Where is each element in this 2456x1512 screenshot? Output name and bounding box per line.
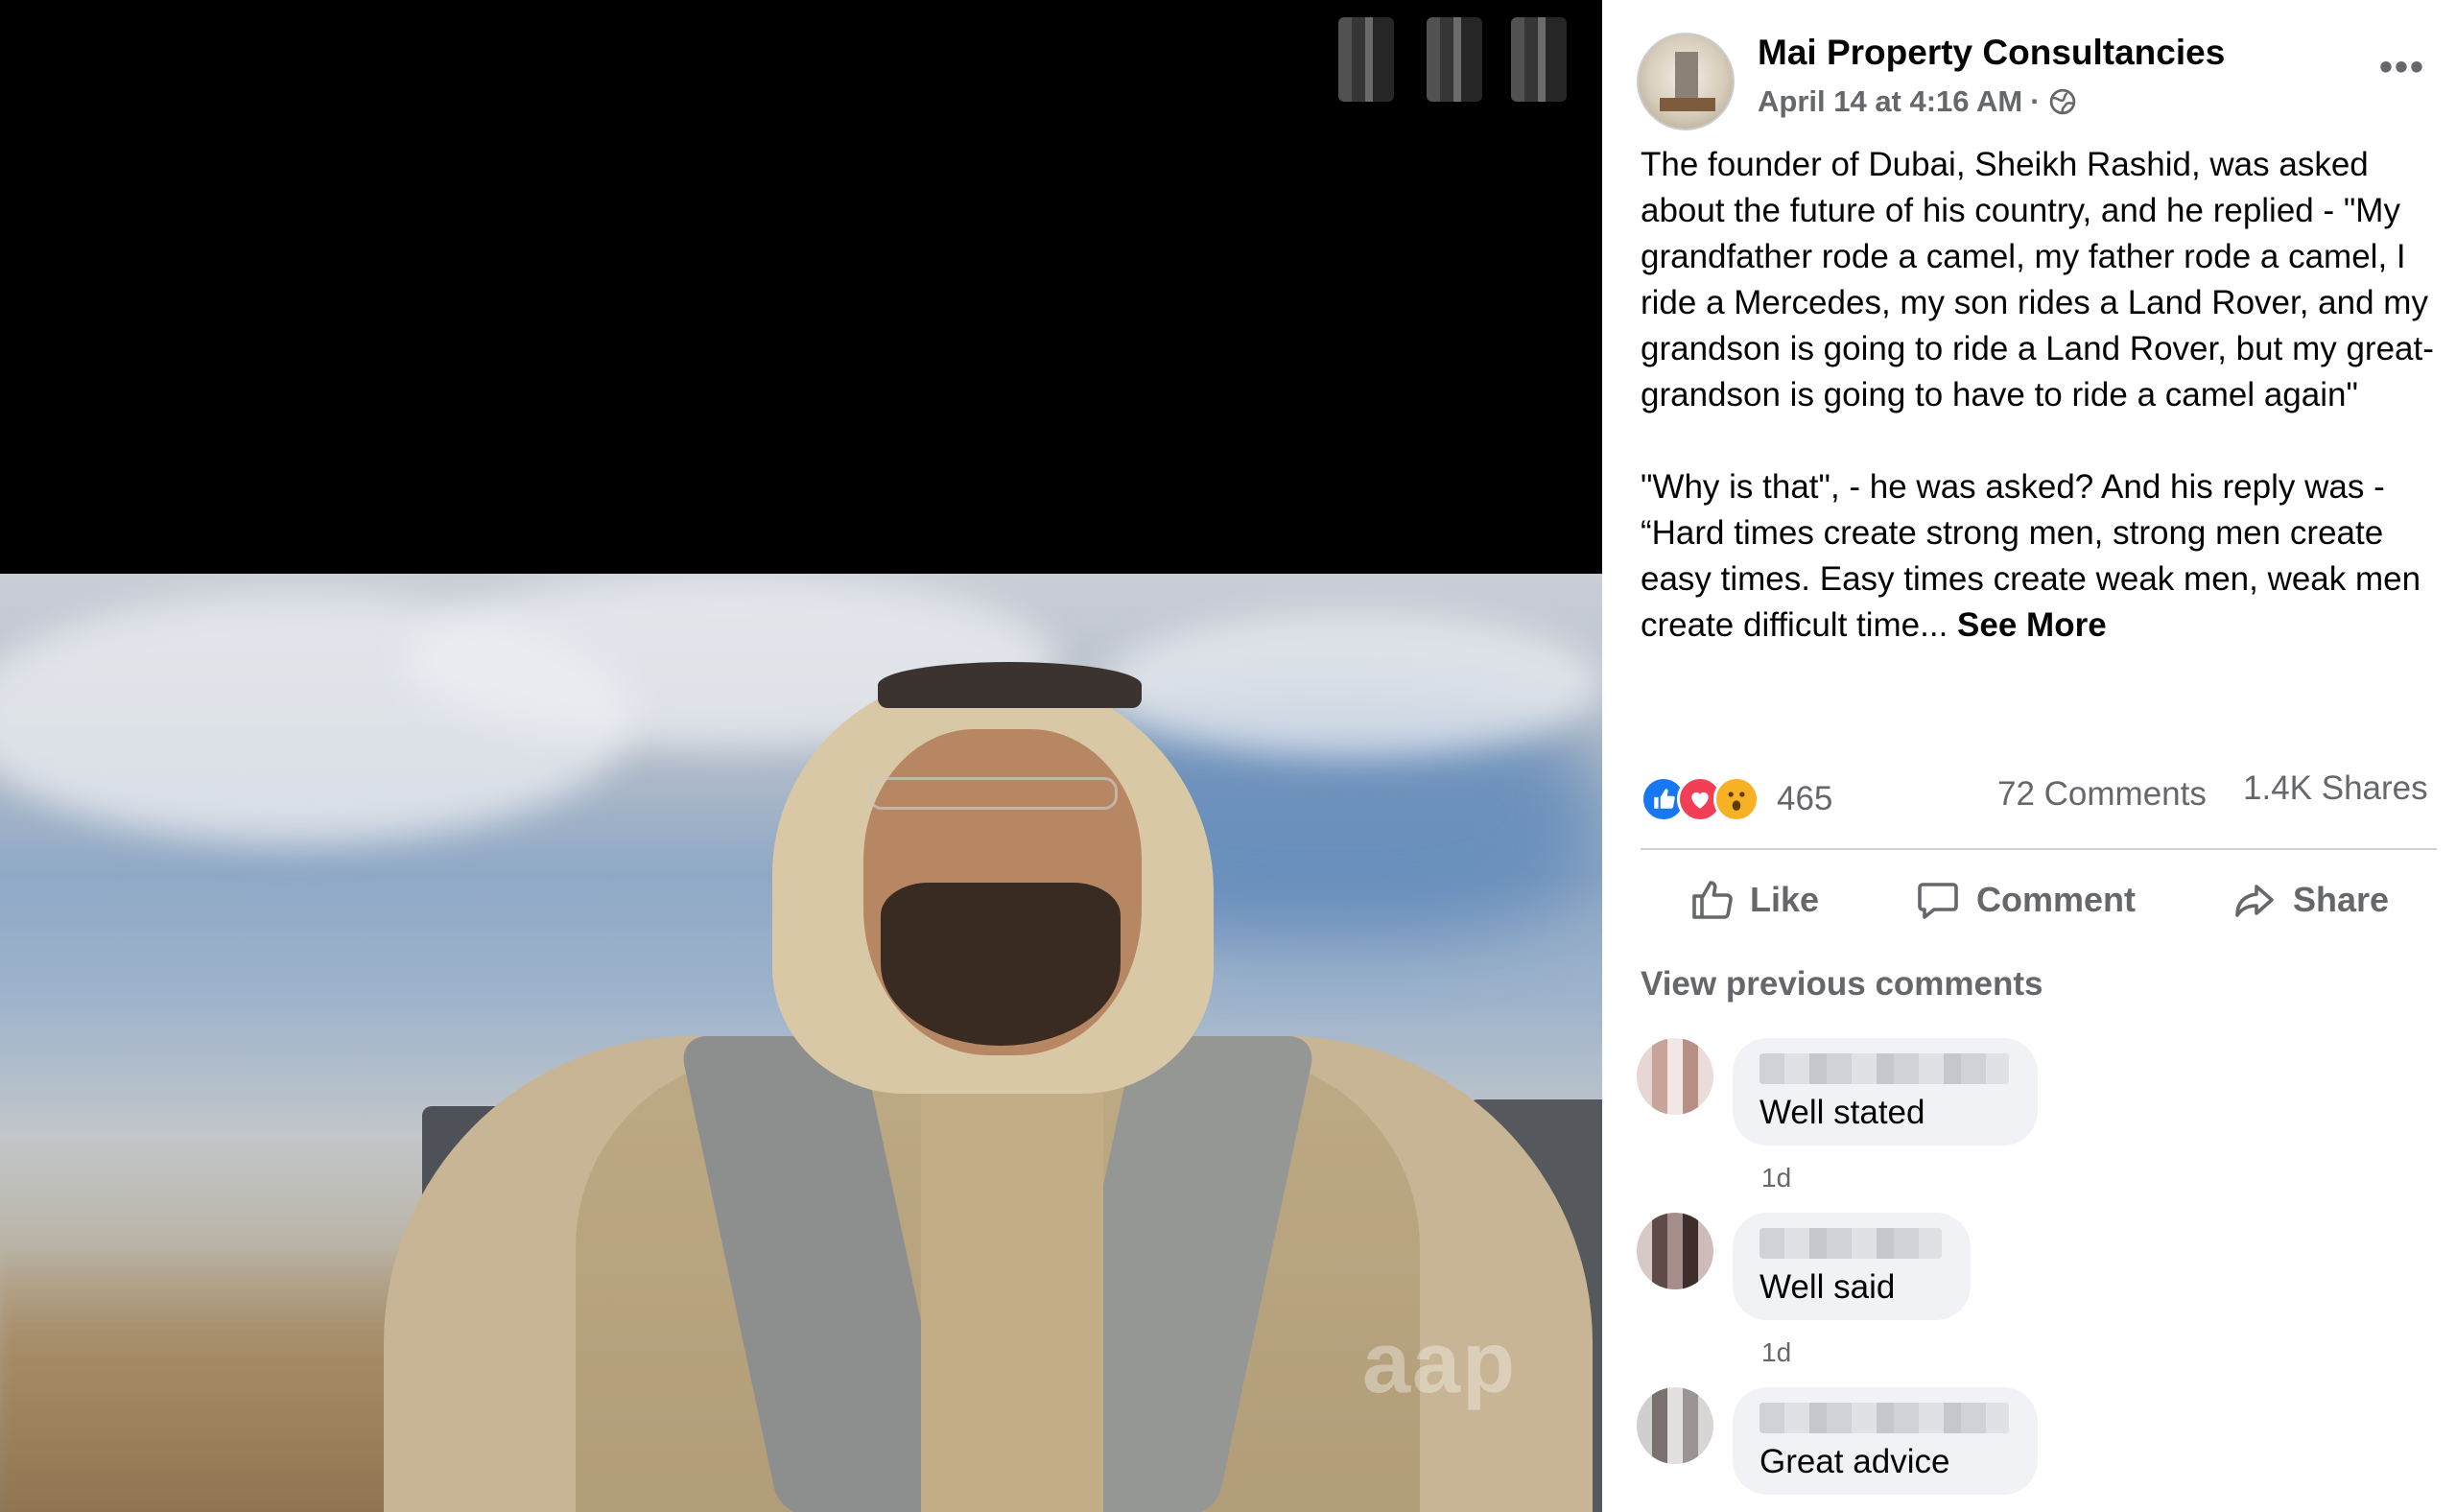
post-meta: April 14 at 4:16 AM · <box>1758 84 2077 119</box>
blurred-icon <box>1427 17 1482 102</box>
cloud-shape <box>1103 612 1602 756</box>
comment-bubble-icon <box>1918 883 1958 919</box>
more-options-icon[interactable]: ••• <box>2379 48 2425 86</box>
commenter-name-blurred[interactable] <box>1759 1053 2009 1084</box>
post-actions: Like Comment Share <box>1641 862 2437 938</box>
comment-time[interactable]: 1d <box>1761 1337 1791 1368</box>
blurred-icon <box>1338 17 1394 102</box>
share-arrow-icon <box>2235 885 2274 917</box>
comment-bubble: Well said <box>1733 1213 1971 1320</box>
divider <box>1641 848 2437 850</box>
blurred-icon <box>1511 17 1567 102</box>
wow-icon <box>1713 776 1759 822</box>
reaction-summary[interactable]: 465 <box>1641 772 1832 826</box>
globe-icon <box>2049 88 2075 115</box>
glasses <box>868 777 1118 810</box>
comment-bubble: Well stated <box>1733 1038 2038 1146</box>
logo-tower-shape <box>1675 52 1698 102</box>
commenter-avatar[interactable] <box>1637 1038 1713 1115</box>
like-button[interactable]: Like <box>1669 867 1838 933</box>
post-timestamp[interactable]: April 14 at 4:16 AM <box>1758 84 2022 119</box>
view-previous-comments-link[interactable]: View previous comments <box>1641 965 2043 1004</box>
page-name-link[interactable]: Mai Property Consultancies <box>1758 33 2225 73</box>
commenter-avatar[interactable] <box>1637 1213 1713 1289</box>
thumbs-up-icon <box>1692 881 1733 919</box>
share-label: Share <box>2292 880 2389 919</box>
comment-time[interactable]: 1d <box>1761 1163 1791 1193</box>
comment-text: Well said <box>1759 1268 1896 1306</box>
commenter-name-blurred[interactable] <box>1759 1403 2009 1433</box>
commenter-name-blurred[interactable] <box>1759 1228 1942 1259</box>
post-panel: Mai Property Consultancies April 14 at 4… <box>1602 0 2456 1512</box>
meta-separator: · <box>2030 84 2041 118</box>
comment-text: Great advice <box>1759 1443 1950 1480</box>
post-body-text: The founder of Dubai, Sheikh Rashid, was… <box>1641 146 2434 644</box>
page-avatar[interactable] <box>1637 33 1735 130</box>
commenter-avatar[interactable] <box>1637 1387 1713 1464</box>
comment-count-link[interactable]: 72 Comments <box>1997 775 2207 814</box>
headband <box>878 662 1142 708</box>
comment-text: Well stated <box>1759 1094 1925 1131</box>
see-more-link[interactable]: See More <box>1957 606 2107 644</box>
photo-viewer[interactable]: aap <box>0 0 1602 1512</box>
watermark: aap <box>1362 1315 1518 1411</box>
share-count-link[interactable]: 1.4K Shares <box>2243 769 2428 808</box>
comment-button[interactable]: Comment <box>1896 867 2155 933</box>
post-body: The founder of Dubai, Sheikh Rashid, was… <box>1641 142 2437 649</box>
comment-bubble: Great advice <box>1733 1387 2038 1495</box>
logo-base-shape <box>1660 98 1715 111</box>
beard <box>881 883 1121 1046</box>
person-shirt <box>921 1094 1103 1512</box>
like-label: Like <box>1749 880 1820 919</box>
share-button[interactable]: Share <box>2212 867 2408 933</box>
reaction-count: 465 <box>1777 780 1833 817</box>
comment-label: Comment <box>1975 880 2136 919</box>
